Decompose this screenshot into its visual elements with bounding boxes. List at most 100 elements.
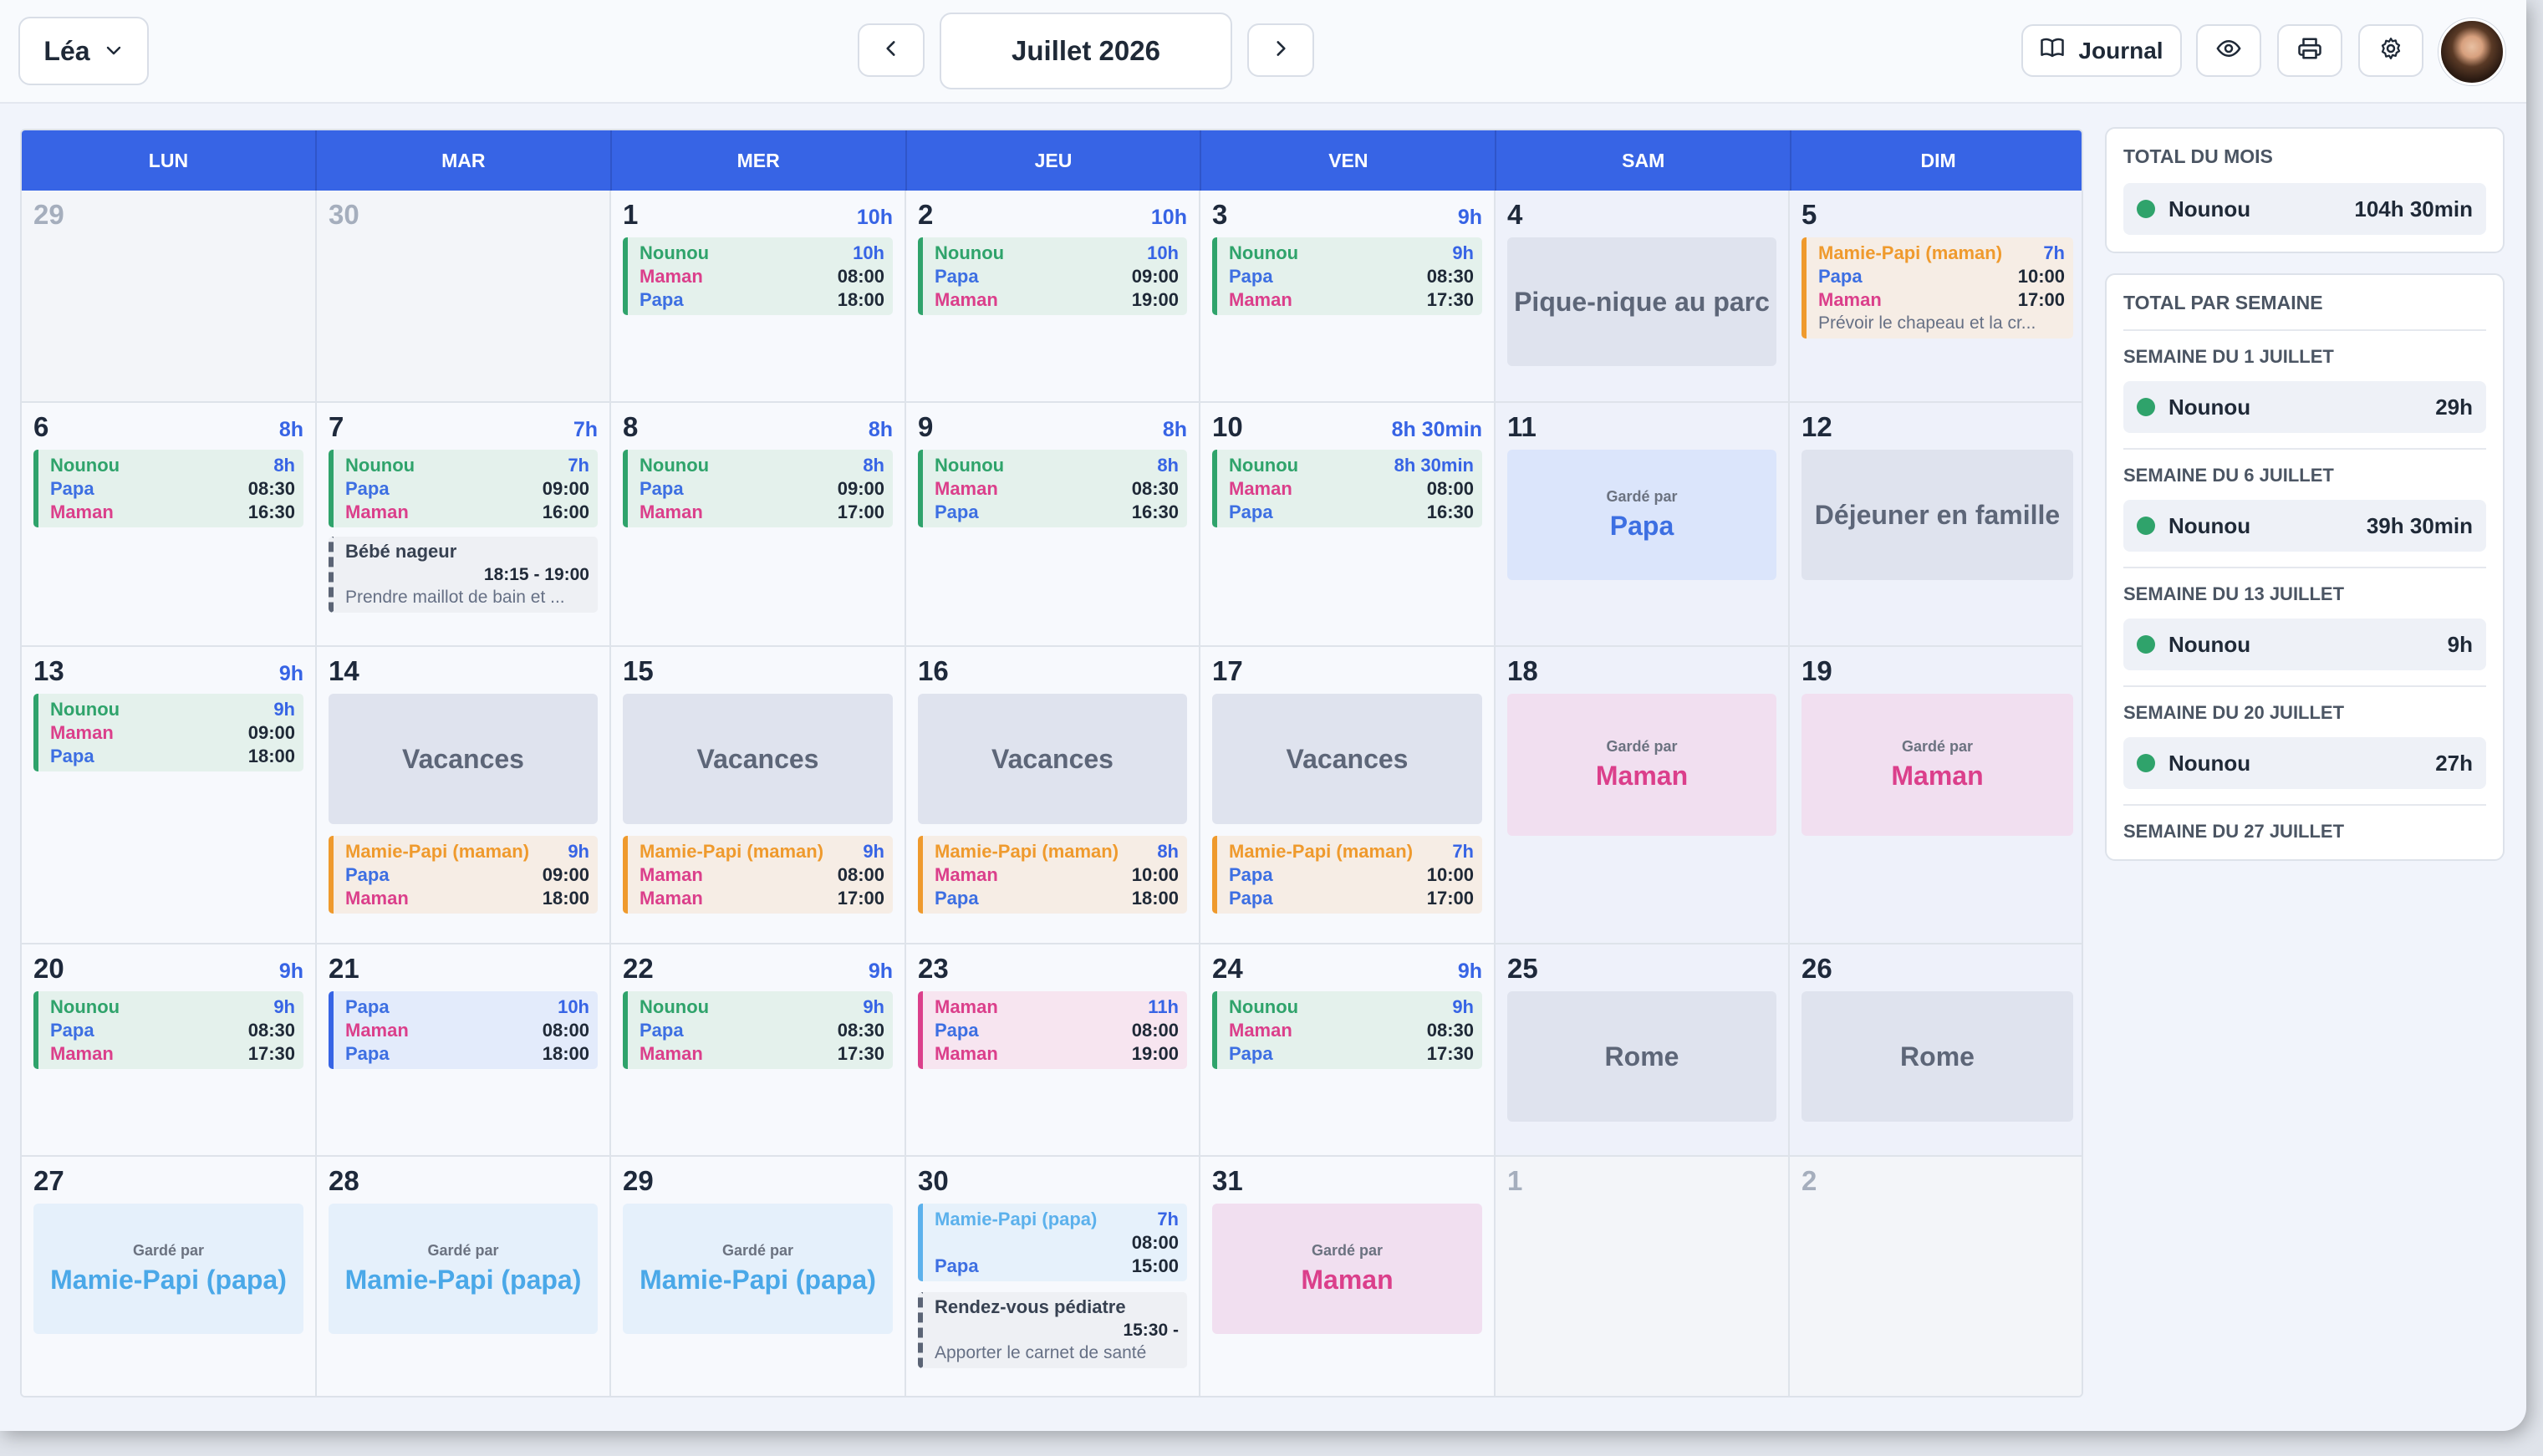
custody-label: Gardé par xyxy=(1901,738,1974,755)
day-cell[interactable]: 4 Pique-nique au parc xyxy=(1496,191,1790,403)
next-month-button[interactable] xyxy=(1247,23,1314,77)
day-cell[interactable]: 6 8h Nounou 8h Papa 08:30 Maman 16:30 xyxy=(22,403,317,647)
care-card[interactable]: Nounou 8h 30min Maman 08:00 Papa 16:30 xyxy=(1212,450,1482,527)
care-card[interactable]: Mamie-Papi (maman) 7h Papa 10:00 Papa 17:00 xyxy=(1212,836,1482,914)
day-cell[interactable]: 3 9h Nounou 9h Papa 08:30 Maman 17:30 xyxy=(1200,191,1496,403)
activity-card[interactable]: Bébé nageur 18:15 - 19:00 Prendre maillo… xyxy=(329,537,598,613)
day-cell[interactable]: 17 Vacances Mamie-Papi (maman) 7h Papa 10:… xyxy=(1200,647,1496,944)
day-cell[interactable]: 7 7h Nounou 7h Papa 09:00 Maman 16:00 Bébé … xyxy=(317,403,611,647)
care-card[interactable]: Nounou 9h Papa 08:30 Maman 17:30 xyxy=(1212,237,1482,315)
caregiver-name: Mamie-Papi (papa) xyxy=(935,1209,1098,1229)
pick-up-time: 17:00 xyxy=(837,888,884,909)
vacation-block[interactable]: Vacances xyxy=(623,694,893,824)
day-number: 30 xyxy=(329,199,359,230)
day-cell[interactable]: 13 9h Nounou 9h Maman 09:00 Papa 18:00 xyxy=(22,647,317,944)
day-total: 8h xyxy=(1162,418,1187,441)
day-cell[interactable]: 25 Rome xyxy=(1496,944,1790,1157)
event-block[interactable]: Déjeuner en famille xyxy=(1802,450,2073,580)
event-block[interactable]: Pique-nique au parc xyxy=(1507,237,1776,366)
care-card[interactable]: Mamie-Papi (maman) 9h Papa 09:00 Maman 18:0… xyxy=(329,836,598,914)
day-cell[interactable]: 14 Vacances Mamie-Papi (maman) 9h Papa 09:… xyxy=(317,647,611,944)
day-cell[interactable]: 2 xyxy=(1790,1157,2082,1396)
print-button[interactable] xyxy=(2277,24,2342,77)
day-cell[interactable]: 30 xyxy=(317,191,611,403)
caregiver-name: Nounou xyxy=(2168,750,2251,776)
care-duration: 7h xyxy=(1452,841,1474,862)
event-block[interactable]: Rome xyxy=(1802,991,2073,1122)
pick-up-time: 19:00 xyxy=(1131,1043,1179,1064)
custody-block[interactable]: Gardé par Maman xyxy=(1507,694,1776,836)
day-cell[interactable]: 27 Gardé par Mamie-Papi (papa) xyxy=(22,1157,317,1396)
day-cell[interactable]: 11 Gardé par Papa xyxy=(1496,403,1790,647)
day-cell[interactable]: 21 Papa 10h Maman 08:00 Papa 18:00 xyxy=(317,944,611,1157)
day-cell[interactable]: 16 Vacances Mamie-Papi (maman) 8h Maman 10… xyxy=(906,647,1200,944)
custody-block[interactable]: Gardé par Mamie-Papi (papa) xyxy=(33,1204,303,1334)
day-cell[interactable]: 24 9h Nounou 9h Maman 08:30 Papa 17:30 xyxy=(1200,944,1496,1157)
care-card[interactable]: Mamie-Papi (maman) 8h Maman 10:00 Papa 18:0… xyxy=(918,836,1187,914)
vacation-block[interactable]: Vacances xyxy=(329,694,598,824)
day-cell[interactable]: 18 Gardé par Maman xyxy=(1496,647,1790,944)
care-card[interactable]: Nounou 10h Papa 09:00 Maman 19:00 xyxy=(918,237,1187,315)
custody-person: Mamie-Papi (papa) xyxy=(50,1265,287,1295)
user-selector[interactable]: Léa xyxy=(18,17,149,85)
care-card[interactable]: Papa 10h Maman 08:00 Papa 18:00 xyxy=(329,991,598,1069)
care-card[interactable]: Mamie-Papi (maman) 9h Maman 08:00 Maman 17:… xyxy=(623,836,893,914)
vacation-block[interactable]: Vacances xyxy=(1212,694,1482,824)
care-card[interactable]: Nounou 9h Papa 08:30 Maman 17:30 xyxy=(33,991,303,1069)
day-cell[interactable]: 12 Déjeuner en famille xyxy=(1790,403,2082,647)
drop-off-time: 08:00 xyxy=(1131,1232,1179,1253)
day-cell[interactable]: 29 Gardé par Mamie-Papi (papa) xyxy=(611,1157,906,1396)
view-button[interactable] xyxy=(2196,24,2261,77)
custody-block[interactable]: Gardé par Mamie-Papi (papa) xyxy=(623,1204,893,1334)
day-cell[interactable]: 2 10h Nounou 10h Papa 09:00 Maman 19:00 xyxy=(906,191,1200,403)
day-cell[interactable]: 29 xyxy=(22,191,317,403)
avatar[interactable] xyxy=(2439,18,2505,85)
care-card[interactable]: Nounou 9h Maman 09:00 Papa 18:00 xyxy=(33,694,303,771)
day-cell[interactable]: 9 8h Nounou 8h Maman 08:30 Papa 16:30 xyxy=(906,403,1200,647)
week-group: SEMAINE DU 13 JUILLET Nounou 9h xyxy=(2123,567,2486,670)
day-cell[interactable]: 5 Mamie-Papi (maman) 7h Papa 10:00 Maman 17… xyxy=(1790,191,2082,403)
day-cell[interactable]: 19 Gardé par Maman xyxy=(1790,647,2082,944)
book-icon xyxy=(2040,35,2078,66)
care-card[interactable]: Nounou 10h Maman 08:00 Papa 18:00 xyxy=(623,237,893,315)
day-cell[interactable]: 22 9h Nounou 9h Papa 08:30 Maman 17:30 xyxy=(611,944,906,1157)
day-cell[interactable]: 10 8h 30min Nounou 8h 30min Maman 08:00 Pa… xyxy=(1200,403,1496,647)
day-cell[interactable]: 28 Gardé par Mamie-Papi (papa) xyxy=(317,1157,611,1396)
day-cell[interactable]: 1 10h Nounou 10h Maman 08:00 Papa 18:00 xyxy=(611,191,906,403)
care-card[interactable]: Nounou 7h Papa 09:00 Maman 16:00 xyxy=(329,450,598,527)
journal-label: Journal xyxy=(2078,37,2163,64)
day-cell[interactable]: 30 Mamie-Papi (papa) 7h 08:00 Papa 15:00 R… xyxy=(906,1157,1200,1396)
day-cell[interactable]: 26 Rome xyxy=(1790,944,2082,1157)
journal-button[interactable]: Journal xyxy=(2021,24,2182,77)
vacation-block[interactable]: Vacances xyxy=(918,694,1187,824)
custody-block[interactable]: Gardé par Maman xyxy=(1212,1204,1482,1334)
care-card[interactable]: Nounou 8h Maman 08:30 Papa 16:30 xyxy=(918,450,1187,527)
care-card[interactable]: Nounou 9h Papa 08:30 Maman 17:30 xyxy=(623,991,893,1069)
day-cell[interactable]: 1 xyxy=(1496,1157,1790,1396)
drop-off-time: 08:00 xyxy=(542,1020,589,1041)
day-cell[interactable]: 15 Vacances Mamie-Papi (maman) 9h Maman 08… xyxy=(611,647,906,944)
month-title[interactable]: Juillet 2026 xyxy=(940,13,1232,89)
day-cell[interactable]: 23 Maman 11h Papa 08:00 Maman 19:00 xyxy=(906,944,1200,1157)
day-number: 31 xyxy=(1212,1165,1243,1196)
day-cell[interactable]: 20 9h Nounou 9h Papa 08:30 Maman 17:30 xyxy=(22,944,317,1157)
care-card[interactable]: Nounou 9h Maman 08:30 Papa 17:30 xyxy=(1212,991,1482,1069)
care-card[interactable]: Mamie-Papi (maman) 7h Papa 10:00 Maman 17:0… xyxy=(1802,237,2073,339)
custody-block[interactable]: Gardé par Mamie-Papi (papa) xyxy=(329,1204,598,1334)
day-cell[interactable]: 31 Gardé par Maman xyxy=(1200,1157,1496,1396)
month-total-title: TOTAL DU MOIS xyxy=(2123,145,2273,167)
care-card[interactable]: Nounou 8h Papa 08:30 Maman 16:30 xyxy=(33,450,303,527)
event-block[interactable]: Rome xyxy=(1507,991,1776,1122)
care-card[interactable]: Maman 11h Papa 08:00 Maman 19:00 xyxy=(918,991,1187,1069)
custody-block[interactable]: Gardé par Maman xyxy=(1802,694,2073,836)
custody-block[interactable]: Gardé par Papa xyxy=(1507,450,1776,580)
activity-card[interactable]: Rendez-vous pédiatre 15:30 - Apporter le… xyxy=(918,1292,1187,1368)
care-card[interactable]: Mamie-Papi (papa) 7h 08:00 Papa 15:00 xyxy=(918,1204,1187,1281)
previous-month-button[interactable] xyxy=(858,23,925,77)
day-cell[interactable]: 8 8h Nounou 8h Papa 09:00 Maman 17:00 xyxy=(611,403,906,647)
care-card[interactable]: Nounou 8h Papa 09:00 Maman 17:00 xyxy=(623,450,893,527)
month-calendar: LUN MAR MER JEU VEN SAM DIM 29 30 1 10h … xyxy=(20,129,2083,1397)
day-number: 23 xyxy=(918,953,949,984)
care-duration: 8h xyxy=(1157,841,1179,862)
settings-button[interactable] xyxy=(2358,24,2423,77)
